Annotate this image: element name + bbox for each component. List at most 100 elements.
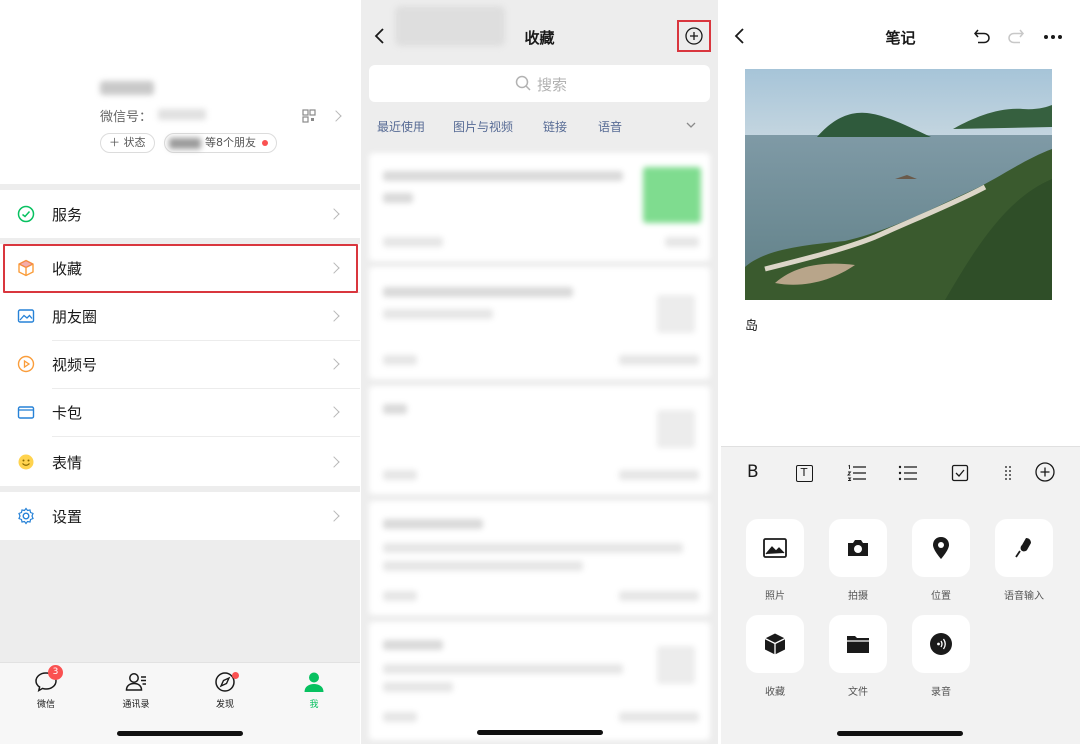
tile-label: 位置 — [931, 591, 951, 602]
undo-icon[interactable] — [973, 27, 991, 45]
cube-icon — [764, 633, 786, 655]
tile-label: 照片 — [765, 591, 785, 602]
friends-avatars-blurred — [169, 137, 201, 149]
tab-discover[interactable]: 发现 — [195, 671, 255, 710]
note-editor-screen: 笔记 岛 B T 照片 拍摄 位置 语音输入 收藏 文件 录音 — [721, 0, 1080, 744]
favorite-item[interactable] — [369, 386, 710, 494]
attach-location-button[interactable] — [912, 519, 970, 577]
item-meta — [383, 470, 417, 480]
add-button[interactable] — [677, 20, 711, 52]
favorite-item[interactable] — [369, 622, 710, 740]
title-format-button[interactable]: T — [796, 465, 813, 482]
location-pin-icon — [933, 537, 949, 559]
item-text — [383, 193, 413, 203]
note-body-text[interactable]: 岛 — [745, 315, 758, 334]
item-text — [383, 543, 683, 553]
tile-label: 收藏 — [765, 687, 785, 698]
attach-recording-button[interactable] — [912, 615, 970, 673]
menu-item-stickers[interactable]: 表情 — [0, 438, 360, 486]
red-dot — [232, 672, 239, 679]
attach-camera-button[interactable] — [829, 519, 887, 577]
tab-contacts[interactable]: 通讯录 — [106, 671, 166, 710]
menu-label: 设置 — [52, 508, 83, 526]
chevron-down-icon[interactable] — [686, 122, 696, 129]
favorite-item[interactable] — [369, 153, 710, 261]
checkbox-icon[interactable] — [951, 464, 969, 482]
person-icon — [304, 672, 324, 692]
menu-label: 表情 — [52, 454, 83, 472]
search-icon — [515, 75, 531, 91]
tile-label: 录音 — [931, 687, 951, 698]
redo-icon[interactable] — [1007, 27, 1025, 45]
item-text — [383, 404, 407, 414]
wechat-id-blurred — [158, 109, 206, 120]
favorites-screen: 收藏 搜索 最近使用 图片与视频 链接 语音 — [361, 0, 718, 744]
friends-status-text: 等8个朋友 — [205, 136, 256, 149]
friends-status[interactable]: 等8个朋友 — [164, 133, 277, 153]
search-bar[interactable]: 搜索 — [369, 65, 710, 102]
image-icon — [763, 538, 787, 558]
red-dot — [262, 140, 268, 146]
me-screen: 微信号： ＋ 状态 等8个朋友 服务 收藏 朋友圈 视频号 卡包 表情 设置 微… — [0, 0, 360, 744]
more-options-icon[interactable] — [1043, 34, 1063, 40]
sticker-smile-icon — [18, 454, 34, 470]
chevron-right-icon — [328, 510, 340, 522]
gear-icon — [18, 507, 34, 525]
chevron-right-icon — [328, 456, 340, 468]
page-title: 收藏 — [524, 29, 555, 47]
item-text — [383, 664, 623, 674]
filter-tab-links[interactable]: 链接 — [543, 118, 567, 135]
attach-photo-button[interactable] — [746, 519, 804, 577]
microphone-icon — [1015, 538, 1031, 558]
menu-item-channels[interactable]: 视频号 — [0, 340, 360, 388]
home-indicator — [477, 730, 603, 735]
menu-label: 朋友圈 — [52, 308, 98, 326]
menu-item-card-wallet[interactable]: 卡包 — [0, 388, 360, 436]
contacts-icon — [125, 673, 146, 691]
profile-header[interactable]: 微信号： ＋ 状态 等8个朋友 — [0, 0, 360, 184]
bold-button[interactable]: B — [747, 462, 759, 482]
chevron-right-icon — [328, 310, 340, 322]
bullet-list-icon[interactable] — [898, 464, 918, 482]
tab-label: 发现 — [215, 700, 234, 710]
home-indicator — [837, 731, 963, 736]
attach-favorite-button[interactable] — [746, 615, 804, 673]
item-text — [383, 682, 453, 692]
item-text — [383, 171, 623, 181]
tab-chats[interactable]: 微信 3 — [16, 665, 76, 710]
voice-input-button[interactable] — [995, 519, 1053, 577]
filter-tab-media[interactable]: 图片与视频 — [453, 118, 513, 135]
chevron-right-icon — [328, 406, 340, 418]
filter-tab-recent[interactable]: 最近使用 — [377, 118, 425, 135]
title-format-label: T — [800, 466, 808, 479]
divider-line-icon[interactable] — [1003, 464, 1015, 482]
favorites-header: 收藏 搜索 — [361, 0, 718, 110]
wechat-id-label: 微信号： — [100, 110, 153, 125]
bottom-tab-bar: 微信 3 通讯录 发现 我 — [0, 662, 360, 744]
tab-label: 我 — [309, 700, 319, 710]
numbered-list-icon[interactable] — [847, 464, 867, 482]
menu-item-settings[interactable]: 设置 — [0, 492, 360, 540]
note-photo[interactable] — [745, 69, 1052, 300]
favorite-item[interactable] — [369, 501, 710, 615]
attach-file-button[interactable] — [829, 615, 887, 673]
tab-label: 微信 — [36, 700, 55, 710]
tab-me[interactable]: 我 — [284, 671, 344, 710]
item-thumbnail — [643, 167, 701, 223]
menu-item-services[interactable]: 服务 — [0, 190, 360, 238]
item-meta — [619, 591, 699, 601]
wallet-icon — [17, 406, 35, 419]
item-text — [383, 309, 493, 319]
filter-tab-voice[interactable]: 语音 — [598, 118, 622, 135]
status-button[interactable]: ＋ 状态 — [100, 133, 155, 153]
add-circle-icon[interactable] — [1035, 462, 1055, 482]
item-thumbnail — [657, 295, 695, 333]
nickname-blurred — [100, 81, 154, 95]
item-meta — [665, 237, 699, 247]
qr-code-icon[interactable] — [302, 109, 316, 123]
item-meta — [619, 355, 699, 365]
add-circle-icon — [685, 27, 703, 45]
menu-item-moments[interactable]: 朋友圈 — [0, 292, 360, 340]
favorite-item[interactable] — [369, 267, 710, 379]
home-indicator — [117, 731, 243, 736]
